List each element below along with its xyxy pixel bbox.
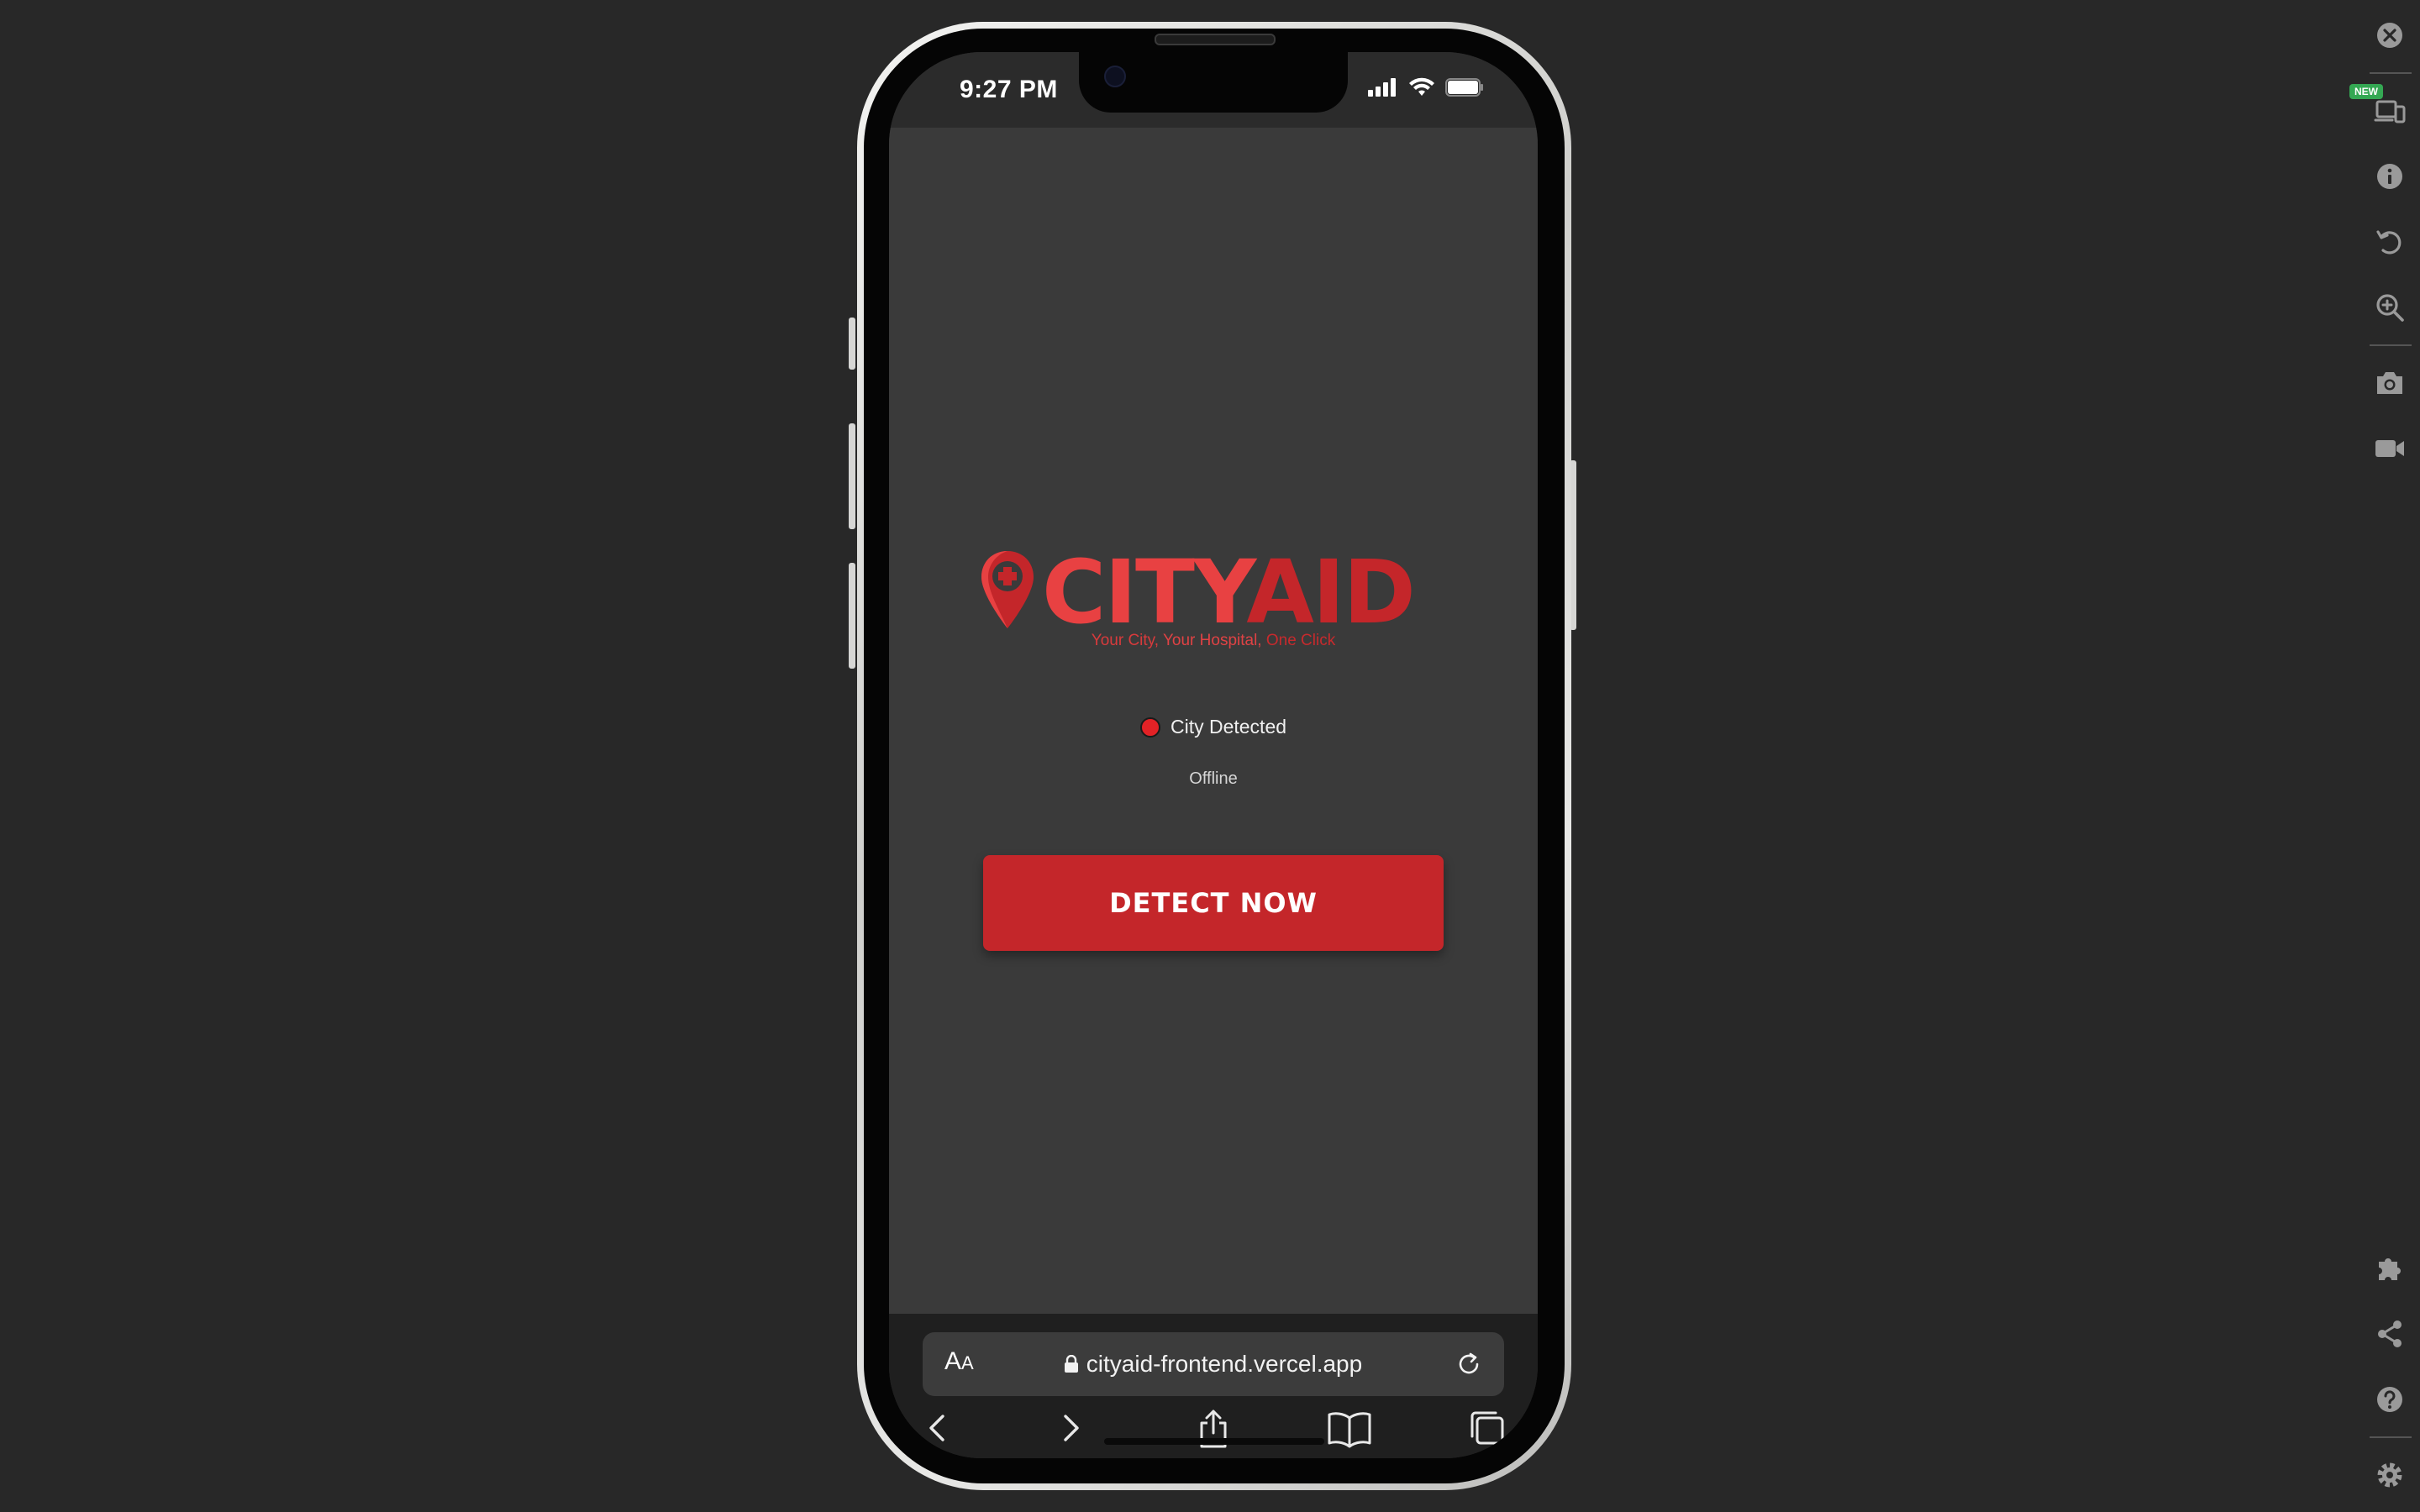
rotate-icon	[2376, 230, 2402, 255]
front-camera	[1104, 66, 1126, 87]
phone-volume-down-button	[849, 563, 855, 669]
screenshot-button[interactable]	[2373, 366, 2407, 400]
url-display[interactable]: cityaid-frontend.vercel.app	[923, 1351, 1504, 1378]
share-icon	[2378, 1320, 2402, 1347]
settings-button[interactable]	[2373, 1458, 2407, 1492]
zoom-button[interactable]	[2373, 291, 2407, 324]
connection-status: Offline	[1189, 769, 1238, 788]
bookmarks-icon[interactable]	[1326, 1408, 1373, 1448]
help-icon	[2377, 1387, 2402, 1412]
safari-toolbar	[889, 1408, 1538, 1455]
video-icon	[2375, 440, 2404, 457]
info-icon	[2377, 164, 2402, 189]
share-button[interactable]	[2373, 1317, 2407, 1351]
back-icon[interactable]	[921, 1408, 955, 1448]
settings-icon	[2377, 1462, 2402, 1488]
status-icons	[1368, 77, 1484, 97]
record-button[interactable]	[2373, 432, 2407, 465]
zoom-icon	[2376, 294, 2404, 322]
map-pin-medical-icon	[981, 551, 1034, 628]
rotate-button[interactable]	[2373, 225, 2407, 259]
web-content: CITYAID Your City, Your Hospital, One Cl…	[889, 128, 1538, 1314]
device-button[interactable]	[2373, 94, 2407, 128]
lock-icon	[1064, 1355, 1078, 1373]
device-icon	[2374, 100, 2406, 123]
new-badge: NEW	[2349, 84, 2383, 99]
city-status-row: City Detected	[889, 716, 1538, 738]
toolbar-divider	[2370, 344, 2412, 346]
safari-bottom-bar: AA cityaid-frontend.vercel.app	[889, 1314, 1538, 1458]
help-button[interactable]	[2373, 1383, 2407, 1416]
logo-aid-text: AID	[1246, 541, 1416, 643]
battery-icon	[1445, 78, 1483, 97]
tabs-icon[interactable]	[1467, 1408, 1507, 1448]
tagline-part1: Your City,	[1091, 632, 1160, 649]
close-icon	[2377, 23, 2402, 48]
forward-icon[interactable]	[1054, 1408, 1087, 1448]
toolbar-divider	[2370, 1436, 2412, 1438]
tagline-part3: One Click	[1261, 632, 1336, 649]
extensions-button[interactable]	[2373, 1252, 2407, 1285]
phone-mute-switch	[849, 318, 855, 370]
extension-icon	[2379, 1258, 2401, 1280]
logo-city-text: CITY	[1042, 541, 1248, 643]
camera-icon	[2377, 372, 2402, 394]
url-text: cityaid-frontend.vercel.app	[1086, 1351, 1363, 1377]
earpiece-speaker	[1155, 34, 1276, 45]
simulator-toolbar	[2361, 0, 2420, 1512]
address-bar[interactable]: AA cityaid-frontend.vercel.app	[923, 1332, 1504, 1396]
tagline-part2: Your Hospital,	[1159, 632, 1262, 649]
home-indicator	[1104, 1438, 1324, 1445]
city-status-label: City Detected	[1170, 716, 1287, 738]
info-button[interactable]	[2373, 160, 2407, 193]
wifi-icon	[1409, 77, 1434, 96]
tagline: Your City, Your Hospital, One Click	[889, 632, 1538, 650]
status-time: 9:27 PM	[960, 76, 1058, 103]
logo-wordmark: CITYAID	[1042, 546, 1416, 638]
phone-volume-up-button	[849, 423, 855, 529]
close-button[interactable]	[2373, 18, 2407, 52]
phone-screen: 9:27 PM CITYAID Your City, Your Hospital…	[889, 52, 1538, 1458]
detect-now-button[interactable]: DETECT NOW	[983, 855, 1444, 951]
toolbar-divider	[2370, 72, 2412, 74]
status-bar: 9:27 PM	[889, 52, 1538, 128]
cellular-signal-icon	[1368, 78, 1396, 97]
status-dot-icon	[1139, 717, 1160, 738]
reload-icon[interactable]	[1454, 1349, 1484, 1379]
